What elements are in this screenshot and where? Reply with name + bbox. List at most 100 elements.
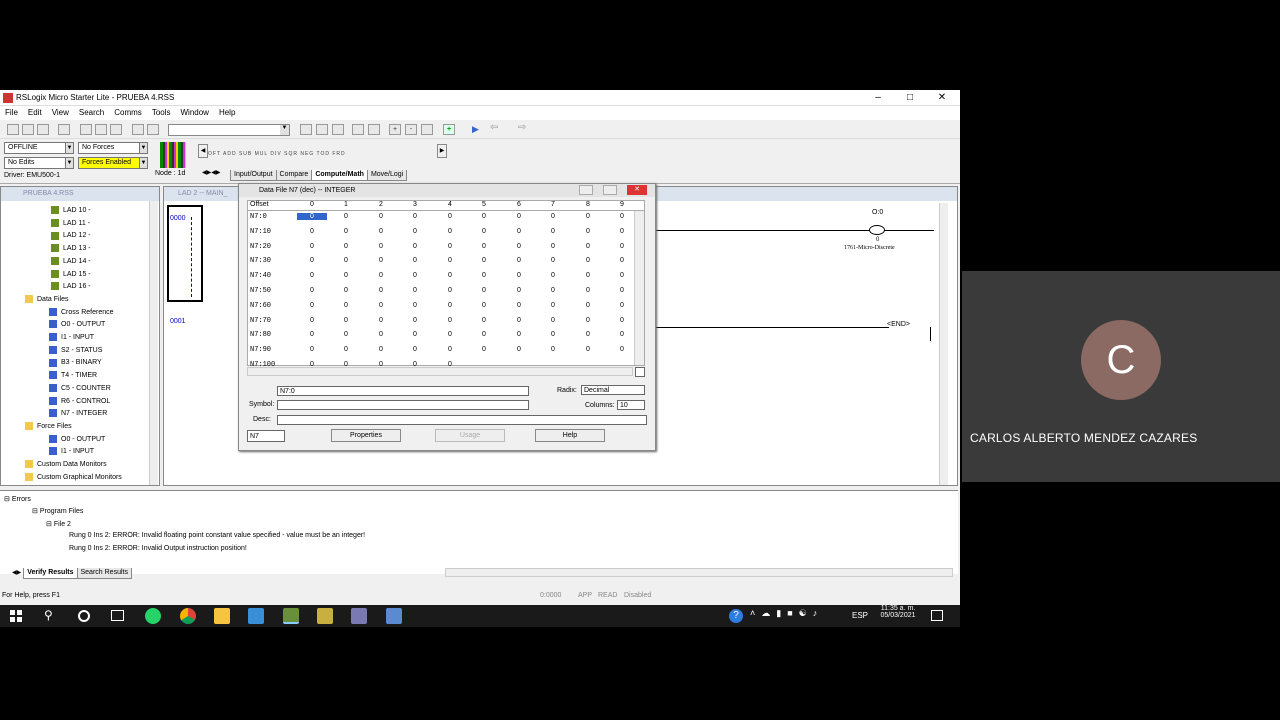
- grid-cell[interactable]: 0: [331, 272, 361, 279]
- menu-view[interactable]: View: [47, 106, 74, 119]
- grid-cell[interactable]: 0: [607, 272, 637, 279]
- grid-cell[interactable]: 0: [538, 257, 568, 264]
- grid-cell[interactable]: 0: [366, 287, 396, 294]
- rslinx-taskbar-icon[interactable]: [317, 608, 333, 624]
- desc-field[interactable]: [277, 415, 647, 425]
- grid-cell[interactable]: 0: [469, 243, 499, 250]
- minimize-button[interactable]: –: [868, 91, 888, 105]
- dialog-minimize-button[interactable]: [579, 185, 593, 195]
- forces-enabled-dropdown-icon[interactable]: ▼: [139, 158, 147, 168]
- grid-cell[interactable]: 0: [400, 272, 430, 279]
- redo-icon[interactable]: [147, 124, 159, 135]
- grid-cell[interactable]: 0: [400, 331, 430, 338]
- tree-item[interactable]: Force Files: [25, 421, 72, 433]
- output-tab-nav-icons[interactable]: ◀▶: [12, 570, 21, 576]
- undo-icon[interactable]: [132, 124, 144, 135]
- tree-item[interactable]: Data Files: [25, 294, 69, 306]
- grid-cell[interactable]: 0: [331, 346, 361, 353]
- grid-cell[interactable]: 0: [504, 287, 534, 294]
- grid-cell[interactable]: 0: [504, 317, 534, 324]
- tab-input-output[interactable]: Input/Output: [230, 170, 277, 181]
- tree-item[interactable]: Cross Reference: [49, 307, 114, 319]
- grid-cell[interactable]: 0: [331, 228, 361, 235]
- grid-cell[interactable]: 0: [607, 287, 637, 294]
- grid-cell[interactable]: 0: [331, 243, 361, 250]
- rslogix-taskbar-icon[interactable]: [283, 608, 299, 624]
- grid-cell[interactable]: 0: [366, 346, 396, 353]
- grid-vscrollbar[interactable]: [634, 211, 644, 365]
- grid-cell[interactable]: 0: [469, 331, 499, 338]
- add-icon[interactable]: +: [443, 124, 455, 135]
- grid-cell[interactable]: 0: [297, 346, 327, 353]
- edit-rung-icon[interactable]: [300, 124, 312, 135]
- dialog-maximize-button[interactable]: [603, 185, 617, 195]
- grid-cell[interactable]: 0: [573, 228, 603, 235]
- grid-cell[interactable]: 0: [400, 257, 430, 264]
- grid-cell[interactable]: 0: [366, 317, 396, 324]
- tree-item[interactable]: N7 - INTEGER: [49, 408, 107, 420]
- address-combo[interactable]: ▼: [168, 124, 290, 136]
- zoom-in-icon[interactable]: +: [389, 124, 401, 135]
- grid-cell[interactable]: 0: [400, 317, 430, 324]
- grid-cell[interactable]: 0: [469, 257, 499, 264]
- back-icon[interactable]: ⇦: [490, 122, 498, 133]
- grid-cell[interactable]: 0: [573, 272, 603, 279]
- grid-cell[interactable]: 0: [435, 272, 465, 279]
- grid-cell[interactable]: 0: [297, 287, 327, 294]
- tree-item[interactable]: LAD 12 -: [51, 230, 91, 242]
- grid-cell[interactable]: 0: [331, 302, 361, 309]
- menu-search[interactable]: Search: [74, 106, 109, 119]
- error-message-2[interactable]: Rung 0 Ins 2: ERROR: Invalid Output inst…: [69, 545, 247, 552]
- grid-cell[interactable]: 0: [331, 287, 361, 294]
- tree-item[interactable]: C5 - COUNTER: [49, 383, 111, 395]
- grid-cell[interactable]: 0: [538, 272, 568, 279]
- tree-item[interactable]: I1 - INPUT: [49, 332, 94, 344]
- menu-file[interactable]: File: [0, 106, 23, 119]
- open-icon[interactable]: [22, 124, 34, 135]
- tab-compute-math[interactable]: Compute/Math: [311, 170, 368, 181]
- task-view-icon[interactable]: [111, 610, 124, 621]
- menu-edit[interactable]: Edit: [23, 106, 47, 119]
- grid-cell[interactable]: 0: [607, 317, 637, 324]
- file-explorer-icon[interactable]: [214, 608, 230, 624]
- grid-cell[interactable]: 0: [400, 302, 430, 309]
- error-message-1[interactable]: Rung 0 Ins 2: ERROR: Invalid floating po…: [69, 532, 365, 539]
- paste-icon[interactable]: [110, 124, 122, 135]
- menu-window[interactable]: Window: [176, 106, 214, 119]
- grid-cell[interactable]: 0: [504, 257, 534, 264]
- properties-button[interactable]: Properties: [331, 429, 401, 442]
- new-icon[interactable]: [7, 124, 19, 135]
- tree-item[interactable]: S2 - STATUS: [49, 345, 102, 357]
- grid-cell[interactable]: 0: [573, 213, 603, 220]
- tree-item[interactable]: R6 - CONTROL: [49, 396, 110, 408]
- grid-cell[interactable]: 0: [366, 331, 396, 338]
- emulator-taskbar-icon[interactable]: [351, 608, 367, 624]
- grid-cell[interactable]: 0: [297, 317, 327, 324]
- grid-cell[interactable]: 0: [297, 213, 327, 220]
- tree-item[interactable]: T4 - TIMER: [49, 370, 97, 382]
- notifications-icon[interactable]: [931, 610, 943, 621]
- menu-tools[interactable]: Tools: [147, 106, 176, 119]
- tab-nav-icons[interactable]: ◀▶◀▶: [202, 169, 220, 176]
- grid-cell[interactable]: 0: [607, 243, 637, 250]
- grid-cell[interactable]: 0: [331, 331, 361, 338]
- errors-root[interactable]: ⊟ Errors: [4, 495, 31, 503]
- columns-select[interactable]: 10: [617, 400, 645, 410]
- play-icon[interactable]: ▶: [472, 124, 479, 135]
- menu-help[interactable]: Help: [214, 106, 240, 119]
- grid-cell[interactable]: 0: [538, 317, 568, 324]
- grid-cell[interactable]: 0: [538, 346, 568, 353]
- usage-button[interactable]: Usage: [435, 429, 505, 442]
- grid-cell[interactable]: 0: [538, 243, 568, 250]
- tab-verify-results[interactable]: Verify Results: [23, 568, 78, 579]
- grid-cell[interactable]: 0: [573, 243, 603, 250]
- data-grid[interactable]: Offset 0 1 2 3 4 5 6 7 8 9 N7:0 0 0 0 0 0 0 0 0 0 0 N7:10 0 0 0 0 0…: [247, 200, 645, 369]
- grid-cell[interactable]: 0: [573, 287, 603, 294]
- grid-cell[interactable]: 0: [400, 228, 430, 235]
- help-icon[interactable]: ?: [729, 609, 743, 623]
- grid-cell[interactable]: 0: [297, 228, 327, 235]
- zoom-out-icon[interactable]: -: [405, 124, 417, 135]
- grid-cell[interactable]: 0: [297, 331, 327, 338]
- mode-dropdown-icon[interactable]: ▼: [65, 143, 73, 153]
- save-icon[interactable]: [37, 124, 49, 135]
